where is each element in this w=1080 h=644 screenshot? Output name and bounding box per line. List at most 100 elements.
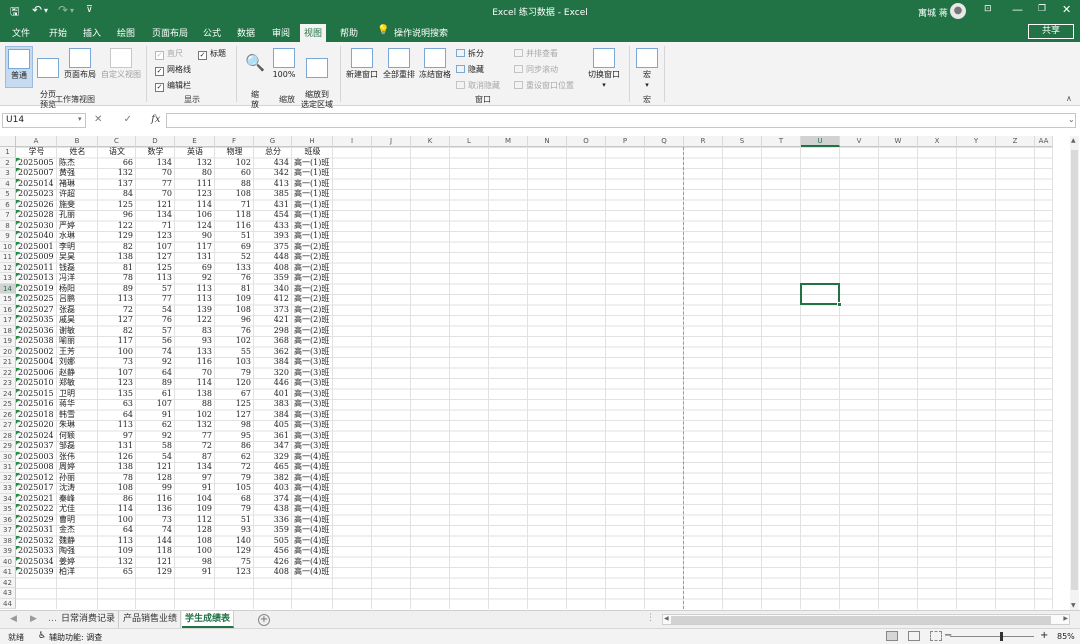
collapse-ribbon-icon[interactable]: ∧ <box>1066 94 1072 103</box>
cell-B8[interactable]: 严婷 <box>57 221 98 232</box>
cell-D21[interactable]: 92 <box>136 357 175 368</box>
cell-F1[interactable]: 物理 <box>215 147 254 158</box>
arrange-all-button[interactable]: 全部重排 <box>381 46 417 88</box>
cell-A32[interactable]: 2025012 <box>16 473 57 484</box>
cell-G8[interactable]: 433 <box>254 221 292 232</box>
column-header-W[interactable]: W <box>879 136 918 147</box>
cell-H30[interactable]: 高一(4)班 <box>292 452 333 463</box>
cell-A11[interactable]: 2025009 <box>16 252 57 263</box>
zoom-in-icon[interactable]: + <box>1040 630 1048 641</box>
cell-C21[interactable]: 73 <box>98 357 136 368</box>
row-header-33[interactable]: 33 <box>0 483 16 494</box>
cell-C35[interactable]: 114 <box>98 504 136 515</box>
cell-H11[interactable]: 高一(2)班 <box>292 252 333 263</box>
cell-E31[interactable]: 134 <box>175 462 215 473</box>
cell-F20[interactable]: 55 <box>215 347 254 358</box>
column-header-I[interactable]: I <box>333 136 372 147</box>
cell-E8[interactable]: 124 <box>175 221 215 232</box>
cell-E32[interactable]: 97 <box>175 473 215 484</box>
cell-E36[interactable]: 112 <box>175 515 215 526</box>
cell-C5[interactable]: 84 <box>98 189 136 200</box>
cell-F39[interactable]: 129 <box>215 546 254 557</box>
cell-F34[interactable]: 68 <box>215 494 254 505</box>
cell-F6[interactable]: 71 <box>215 200 254 211</box>
cell-B10[interactable]: 李明 <box>57 242 98 253</box>
cell-B4[interactable]: 褚琳 <box>57 179 98 190</box>
cell-E6[interactable]: 114 <box>175 200 215 211</box>
cell-G3[interactable]: 342 <box>254 168 292 179</box>
cell-D13[interactable]: 113 <box>136 273 175 284</box>
cell-A1[interactable]: 学号 <box>16 147 57 158</box>
new-window-button[interactable]: 新建窗口 <box>344 46 380 88</box>
cell-C29[interactable]: 131 <box>98 441 136 452</box>
cell-H36[interactable]: 高一(4)班 <box>292 515 333 526</box>
cell-G22[interactable]: 320 <box>254 368 292 379</box>
cell-C18[interactable]: 82 <box>98 326 136 337</box>
cell-F12[interactable]: 133 <box>215 263 254 274</box>
cell-G5[interactable]: 385 <box>254 189 292 200</box>
cell-B7[interactable]: 孔丽 <box>57 210 98 221</box>
cell-G40[interactable]: 426 <box>254 557 292 568</box>
row-header-21[interactable]: 21 <box>0 357 16 368</box>
cell-C30[interactable]: 126 <box>98 452 136 463</box>
cell-D31[interactable]: 121 <box>136 462 175 473</box>
cell-H41[interactable]: 高一(4)班 <box>292 567 333 578</box>
row-header-43[interactable]: 43 <box>0 588 16 599</box>
cell-F9[interactable]: 51 <box>215 231 254 242</box>
column-header-E[interactable]: E <box>175 136 215 147</box>
cell-H26[interactable]: 高一(3)班 <box>292 410 333 421</box>
cell-A18[interactable]: 2025036 <box>16 326 57 337</box>
cell-G19[interactable]: 368 <box>254 336 292 347</box>
cell-A14[interactable]: 2025019 <box>16 284 57 295</box>
headings-checkbox[interactable]: ✓ 标题 <box>198 48 226 60</box>
cell-F10[interactable]: 69 <box>215 242 254 253</box>
cell-E37[interactable]: 128 <box>175 525 215 536</box>
cell-D38[interactable]: 144 <box>136 536 175 547</box>
row-header-9[interactable]: 9 <box>0 231 16 242</box>
user-avatar-icon[interactable]: ● <box>950 3 966 19</box>
zoom-to-selection-button[interactable]: 缩放到 选定区域 <box>298 46 336 109</box>
cell-A26[interactable]: 2025018 <box>16 410 57 421</box>
column-header-H[interactable]: H <box>292 136 333 147</box>
column-header-C[interactable]: C <box>98 136 136 147</box>
insert-function-icon[interactable]: fx <box>151 114 160 125</box>
cell-G29[interactable]: 347 <box>254 441 292 452</box>
cell-D4[interactable]: 77 <box>136 179 175 190</box>
cell-C7[interactable]: 96 <box>98 210 136 221</box>
column-header-Q[interactable]: Q <box>645 136 684 147</box>
cell-H9[interactable]: 高一(1)班 <box>292 231 333 242</box>
cell-C28[interactable]: 97 <box>98 431 136 442</box>
cell-E26[interactable]: 102 <box>175 410 215 421</box>
cell-B6[interactable]: 施斐 <box>57 200 98 211</box>
cell-B17[interactable]: 戚昊 <box>57 315 98 326</box>
cell-G1[interactable]: 总分 <box>254 147 292 158</box>
cell-D11[interactable]: 127 <box>136 252 175 263</box>
cell-C27[interactable]: 113 <box>98 420 136 431</box>
cell-A3[interactable]: 2025007 <box>16 168 57 179</box>
row-header-18[interactable]: 18 <box>0 325 16 336</box>
freeze-panes-button[interactable]: 冻结窗格 <box>417 46 453 88</box>
cell-G18[interactable]: 298 <box>254 326 292 337</box>
cell-A27[interactable]: 2025020 <box>16 420 57 431</box>
zoom-level[interactable]: 85% <box>1057 632 1075 641</box>
ribbon-display-options-icon[interactable]: ⊡ <box>984 4 992 14</box>
tab-home[interactable]: 开始 <box>49 26 67 39</box>
cell-D34[interactable]: 116 <box>136 494 175 505</box>
cell-E10[interactable]: 117 <box>175 242 215 253</box>
gridlines-checkbox[interactable]: ✓ 网格线 <box>155 64 191 76</box>
cell-F14[interactable]: 81 <box>215 284 254 295</box>
cell-A38[interactable]: 2025032 <box>16 536 57 547</box>
scroll-up-icon[interactable]: ▲ <box>1071 137 1076 144</box>
cell-H23[interactable]: 高一(3)班 <box>292 378 333 389</box>
cell-D10[interactable]: 107 <box>136 242 175 253</box>
column-header-Y[interactable]: Y <box>957 136 996 147</box>
row-header-15[interactable]: 15 <box>0 294 16 305</box>
tab-insert[interactable]: 插入 <box>83 26 101 39</box>
column-header-AA[interactable]: AA <box>1035 136 1053 147</box>
view-side-by-side-button[interactable]: 并排查看 <box>514 48 558 59</box>
share-button[interactable]: 共享 <box>1028 24 1074 39</box>
cell-D23[interactable]: 89 <box>136 378 175 389</box>
cell-F41[interactable]: 123 <box>215 567 254 578</box>
page-layout-view-button[interactable]: 页面布局 <box>62 46 98 88</box>
cell-G41[interactable]: 408 <box>254 567 292 578</box>
